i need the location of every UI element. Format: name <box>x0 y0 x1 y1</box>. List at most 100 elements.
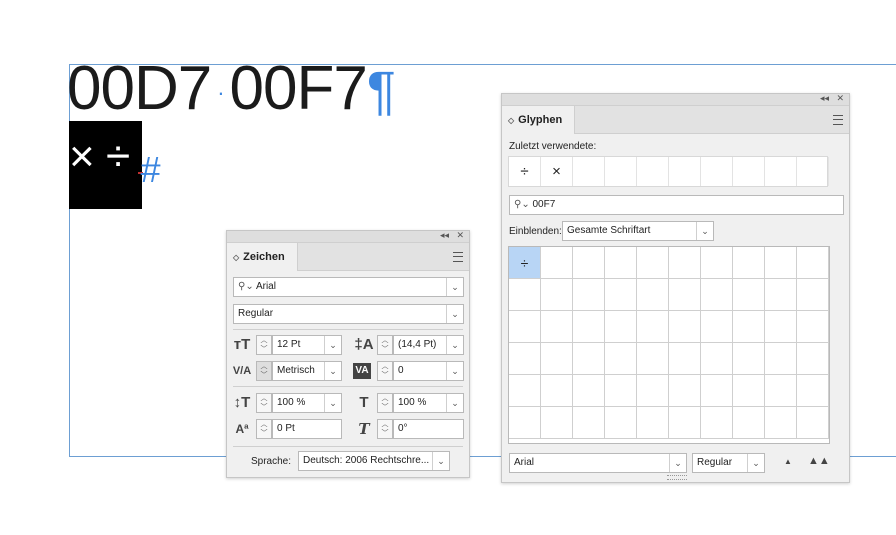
glyph-cell[interactable] <box>733 375 765 407</box>
glyph-cell[interactable] <box>797 343 829 375</box>
glyph-font-style-field[interactable]: Regular ⌄ <box>692 453 765 473</box>
glyph-cell[interactable] <box>637 407 669 439</box>
show-dropdown[interactable]: Gesamte Schriftart ⌄ <box>562 221 714 241</box>
glyph-cell[interactable] <box>605 279 637 311</box>
language-field[interactable]: Deutsch: 2006 Rechtschre... ⌄ <box>298 451 450 471</box>
glyph-cell[interactable] <box>765 343 797 375</box>
panel-menu-icon[interactable] <box>453 252 463 262</box>
vertical-scale-field[interactable]: 100 % ⌄ <box>272 393 342 413</box>
glyph-cell[interactable] <box>573 375 605 407</box>
glyph-cell[interactable] <box>509 279 541 311</box>
glyph-cell[interactable] <box>541 343 573 375</box>
glyph-cell[interactable] <box>669 311 701 343</box>
kerning-field[interactable]: Metrisch ⌄ <box>272 361 342 381</box>
glyph-cell[interactable] <box>573 247 605 279</box>
glyph-cell[interactable] <box>797 407 829 439</box>
chevron-down-icon[interactable]: ⌄ <box>747 454 764 472</box>
glyph-cell[interactable]: ÷ <box>509 247 541 279</box>
skew-stepper[interactable]: ︿ ﹀ <box>377 419 393 439</box>
vertical-scale-stepper[interactable]: ︿ ﹀ <box>256 393 272 413</box>
glyph-cell[interactable] <box>701 375 733 407</box>
glyph-cell[interactable] <box>637 375 669 407</box>
glyph-cell[interactable] <box>797 279 829 311</box>
chevron-down-icon[interactable]: ⌄ <box>324 336 341 354</box>
glyph-cell[interactable] <box>765 279 797 311</box>
glyph-cell[interactable] <box>573 407 605 439</box>
font-family-field[interactable]: ⚲⌄ Arial ⌄ <box>233 277 464 297</box>
glyph-cell[interactable] <box>765 247 797 279</box>
glyph-cell[interactable] <box>605 375 637 407</box>
glyph-cell[interactable] <box>669 279 701 311</box>
glyphen-panel-titlebar[interactable]: ◂◂ ✕ <box>502 93 849 106</box>
glyph-cell[interactable] <box>765 375 797 407</box>
chevron-down-icon[interactable]: ⌄ <box>446 336 463 354</box>
glyph-cell[interactable] <box>733 279 765 311</box>
glyph-cell[interactable] <box>733 343 765 375</box>
glyph-cell[interactable] <box>669 375 701 407</box>
glyph-font-family-field[interactable]: Arial ⌄ <box>509 453 687 473</box>
glyph-cell[interactable] <box>733 311 765 343</box>
glyph-cell[interactable] <box>797 375 829 407</box>
glyph-cell[interactable] <box>797 247 829 279</box>
close-icon[interactable]: ✕ <box>836 93 844 104</box>
text-line-1[interactable]: 00D7·00F7¶ <box>67 56 396 126</box>
skew-field[interactable]: 0° <box>393 419 464 439</box>
tab-zeichen[interactable]: ◇ Zeichen <box>227 243 298 271</box>
tracking-stepper[interactable]: ︿ ﹀ <box>377 361 393 381</box>
glyph-cell[interactable] <box>541 375 573 407</box>
glyph-search-field[interactable]: ⚲⌄ 00F7 <box>509 195 844 215</box>
glyph-cell[interactable] <box>541 279 573 311</box>
glyph-cell[interactable] <box>669 343 701 375</box>
leading-field[interactable]: (14,4 Pt) ⌄ <box>393 335 464 355</box>
glyph-cell[interactable] <box>573 343 605 375</box>
recent-glyph-cell[interactable] <box>637 157 669 186</box>
glyph-cell[interactable] <box>669 247 701 279</box>
recent-glyph-cell[interactable] <box>669 157 701 186</box>
glyph-cell[interactable] <box>701 343 733 375</box>
chevron-down-icon[interactable]: ⌄ <box>324 394 341 412</box>
glyph-cell[interactable] <box>701 279 733 311</box>
tracking-field[interactable]: 0 ⌄ <box>393 361 464 381</box>
resize-grip-icon[interactable] <box>667 475 687 480</box>
glyph-cell[interactable] <box>605 343 637 375</box>
glyph-cell[interactable] <box>605 247 637 279</box>
glyph-cell[interactable] <box>669 407 701 439</box>
recent-glyph-cell[interactable] <box>765 157 797 186</box>
recent-glyph-cell[interactable]: × <box>541 157 573 186</box>
glyph-cell[interactable] <box>509 375 541 407</box>
zoom-in-icon[interactable]: ▲▲ <box>808 455 830 467</box>
glyph-cell[interactable] <box>509 343 541 375</box>
glyph-cell[interactable] <box>733 247 765 279</box>
tab-glyphen[interactable]: ◇ Glyphen <box>502 106 576 134</box>
glyph-cell[interactable] <box>637 279 669 311</box>
kerning-stepper[interactable]: ︿ ﹀ <box>256 361 272 381</box>
glyph-cell[interactable] <box>765 407 797 439</box>
glyph-cell[interactable] <box>637 247 669 279</box>
recent-glyph-cell[interactable] <box>701 157 733 186</box>
glyph-cell[interactable] <box>797 311 829 343</box>
baseline-shift-stepper[interactable]: ︿ ﹀ <box>256 419 272 439</box>
zoom-out-icon[interactable]: ▲ <box>784 457 792 466</box>
zeichen-panel-titlebar[interactable]: ◂◂ ✕ <box>227 230 469 243</box>
font-size-field[interactable]: 12 Pt ⌄ <box>272 335 342 355</box>
collapse-icon[interactable]: ◂◂ <box>820 93 829 104</box>
chevron-down-icon[interactable]: ⌄ <box>446 305 463 323</box>
glyph-cell[interactable] <box>541 407 573 439</box>
chevron-down-icon[interactable]: ⌄ <box>446 278 463 296</box>
glyph-cell[interactable] <box>637 311 669 343</box>
glyph-cell[interactable] <box>509 407 541 439</box>
glyph-cell[interactable] <box>541 311 573 343</box>
glyph-cell[interactable] <box>701 311 733 343</box>
chevron-down-icon[interactable]: ⌄ <box>696 222 713 240</box>
leading-stepper[interactable]: ︿ ﹀ <box>377 335 393 355</box>
collapse-icon[interactable]: ◂◂ <box>440 230 449 241</box>
glyph-cell[interactable] <box>701 407 733 439</box>
chevron-down-icon[interactable]: ⌄ <box>324 362 341 380</box>
glyph-cell[interactable] <box>765 311 797 343</box>
chevron-down-icon[interactable]: ⌄ <box>446 362 463 380</box>
glyph-cell[interactable] <box>733 407 765 439</box>
chevron-down-icon[interactable]: ⌄ <box>446 394 463 412</box>
horizontal-scale-stepper[interactable]: ︿ ﹀ <box>377 393 393 413</box>
recent-glyph-cell[interactable]: ÷ <box>509 157 541 186</box>
glyph-cell[interactable] <box>605 311 637 343</box>
